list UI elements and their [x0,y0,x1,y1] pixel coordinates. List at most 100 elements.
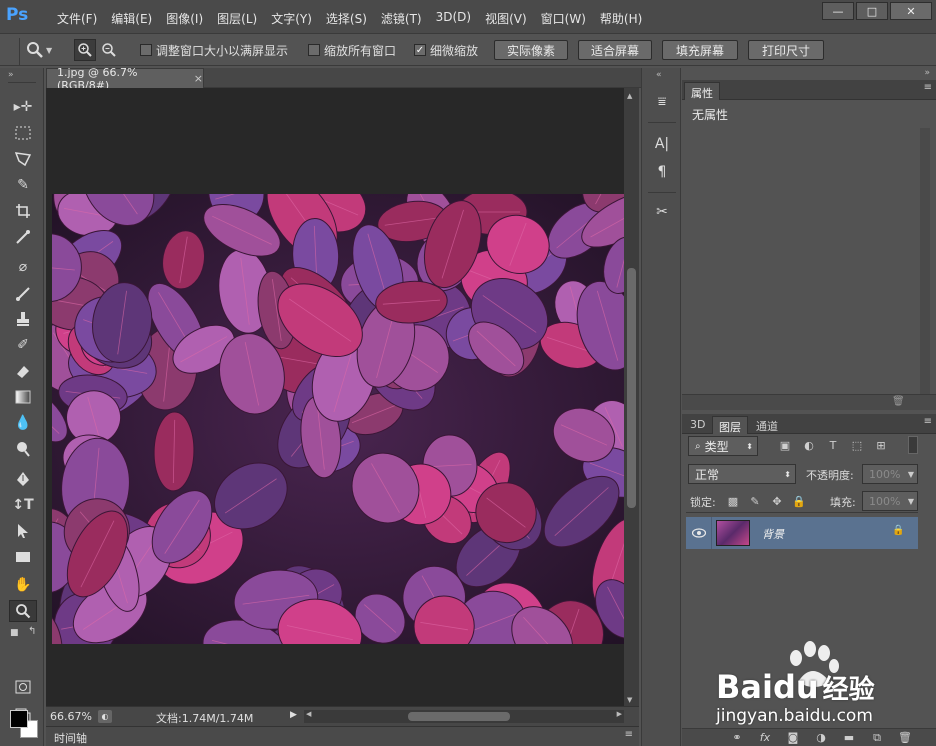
actual-pixels-button[interactable]: 实际像素 [494,40,568,60]
quick-mask-button[interactable] [9,676,37,698]
lock-image-icon[interactable]: ✎ [748,494,762,508]
delete-icon[interactable]: 🗑 [892,396,905,407]
panel-menu-icon[interactable]: ≡ [924,82,932,93]
dodge-tool[interactable] [9,438,37,460]
lock-all-icon[interactable]: 🔒 [792,494,806,508]
resize-windows-option[interactable]: 调整窗口大小以满屏显示 [140,41,288,59]
scroll-right-icon[interactable]: ▶ [617,710,622,718]
menu-layer[interactable]: 图层(L) [210,10,264,27]
paragraph-panel-button[interactable]: ¶ [650,160,674,184]
print-size-button[interactable]: 打印尺寸 [748,40,824,60]
horizontal-scrollbar[interactable]: ◀ ▶ [304,710,624,723]
menu-edit[interactable]: 编辑(E) [104,10,159,27]
brush-tool[interactable] [9,282,37,304]
menu-window[interactable]: 窗口(W) [534,10,593,27]
default-colors-icon[interactable]: ■ [10,628,19,638]
filter-toggle-switch[interactable] [908,436,918,454]
close-tab-icon[interactable]: × [194,72,203,85]
menu-view[interactable]: 视图(V) [478,10,534,27]
menu-type[interactable]: 文字(Y) [264,10,319,27]
smart-object-filter-icon[interactable]: ⊞ [874,438,888,452]
adjustment-filter-icon[interactable]: ◐ [802,438,816,452]
layer-row-background[interactable]: 背景 🔒 [686,517,918,549]
fill-input[interactable]: 100% ▼ [862,491,918,511]
healing-brush-tool[interactable]: ⌀ [9,256,37,278]
history-brush-tool[interactable]: ✐ [9,334,37,356]
clone-stamp-tool[interactable] [9,308,37,330]
menu-file[interactable]: 文件(F) [50,10,104,27]
layer-style-icon[interactable]: fx [758,731,772,745]
lock-transparent-icon[interactable]: ▩ [726,494,740,508]
opacity-input[interactable]: 100% ▼ [862,464,918,484]
menu-image[interactable]: 图像(I) [159,10,210,27]
status-menu-arrow-icon[interactable]: ▶ [290,710,297,720]
hand-tool[interactable]: ✋ [9,574,37,596]
swap-colors-icon[interactable]: ↰ [28,626,36,637]
type-tool[interactable]: ↕T [9,494,37,516]
expand-dock-icon[interactable]: « [656,70,662,80]
delete-layer-icon[interactable]: 🗑 [898,731,912,745]
fill-screen-button[interactable]: 填充屏幕 [662,40,738,60]
document-tab[interactable]: 1.jpg @ 66.7%(RGB/8#) × [46,66,204,92]
history-panel-button[interactable]: ⩸ [650,90,674,114]
eyedropper-tool[interactable] [9,226,37,248]
gradient-tool[interactable] [9,386,37,408]
tab-properties[interactable]: 属性 [684,82,720,100]
horizontal-scroll-thumb[interactable] [408,712,510,721]
zoom-tool[interactable] [9,600,37,622]
fit-screen-button[interactable]: 适合屏幕 [578,40,652,60]
path-selection-tool[interactable] [9,520,37,542]
vertical-scrollbar[interactable]: ▲ ▼ [624,88,639,706]
document-image[interactable] [52,194,624,644]
scroll-left-icon[interactable]: ◀ [306,710,311,718]
pixel-filter-icon[interactable]: ▣ [778,438,792,452]
foreground-color-swatch[interactable] [10,710,28,728]
menu-3d[interactable]: 3D(D) [429,10,478,27]
options-grip[interactable] [6,38,20,66]
character-panel-button[interactable]: A| [650,132,674,156]
collapse-panels-icon[interactable]: » [924,68,930,78]
zoom-all-windows-checkbox[interactable] [308,44,320,56]
minimize-button[interactable]: — [822,2,854,20]
zoom-out-button[interactable] [98,39,120,61]
tool-preset-picker[interactable]: ▼ [26,40,64,60]
scrubby-zoom-checkbox[interactable]: ✓ [414,44,426,56]
menu-filter[interactable]: 滤镜(T) [374,10,429,27]
panel-menu-icon[interactable]: ≡ [625,729,633,740]
scrubby-zoom-option[interactable]: ✓ 细微缩放 [414,41,478,59]
resize-windows-checkbox[interactable] [140,44,152,56]
layer-visibility-toggle[interactable] [686,517,712,549]
collapse-arrows-icon[interactable]: » [8,70,14,80]
new-layer-icon[interactable]: ⧉ [870,731,884,745]
close-button[interactable]: ✕ [890,2,932,20]
scroll-down-icon[interactable]: ▼ [627,696,632,704]
new-group-icon[interactable]: ▬ [842,731,856,745]
properties-scrollbar[interactable] [920,128,930,396]
menu-select[interactable]: 选择(S) [319,10,374,27]
status-info-icon[interactable]: ◐ [98,710,112,723]
eraser-tool[interactable] [9,360,37,382]
menu-help[interactable]: 帮助(H) [593,10,649,27]
link-layers-icon[interactable]: ⚭ [730,731,744,745]
quick-selection-tool[interactable]: ✎ [9,174,37,196]
lasso-tool[interactable] [9,148,37,170]
blend-mode-select[interactable]: 正常 ⬍ [688,464,796,484]
tool-presets-panel-button[interactable]: ✂ [650,200,674,224]
rectangle-tool[interactable] [9,546,37,568]
tab-channels[interactable]: 通道 [750,416,784,434]
crop-tool[interactable] [9,200,37,222]
add-mask-icon[interactable]: ◙ [786,731,800,745]
adjustment-layer-icon[interactable]: ◑ [814,731,828,745]
lock-position-icon[interactable]: ✥ [770,494,784,508]
layer-filter-select[interactable]: ⌕ 类型 ⬍ [688,436,758,456]
tab-3d[interactable]: 3D [684,416,711,434]
marquee-tool[interactable] [9,122,37,144]
type-filter-icon[interactable]: T [826,438,840,452]
zoom-all-windows-option[interactable]: 缩放所有窗口 [308,41,396,59]
pen-tool[interactable] [9,468,37,490]
layer-name[interactable]: 背景 [762,526,784,542]
zoom-in-button[interactable] [74,39,96,61]
timeline-tab[interactable]: 时间轴 [54,730,87,746]
vertical-scroll-thumb[interactable] [627,268,636,508]
move-tool[interactable]: ▸✛ [9,96,37,118]
